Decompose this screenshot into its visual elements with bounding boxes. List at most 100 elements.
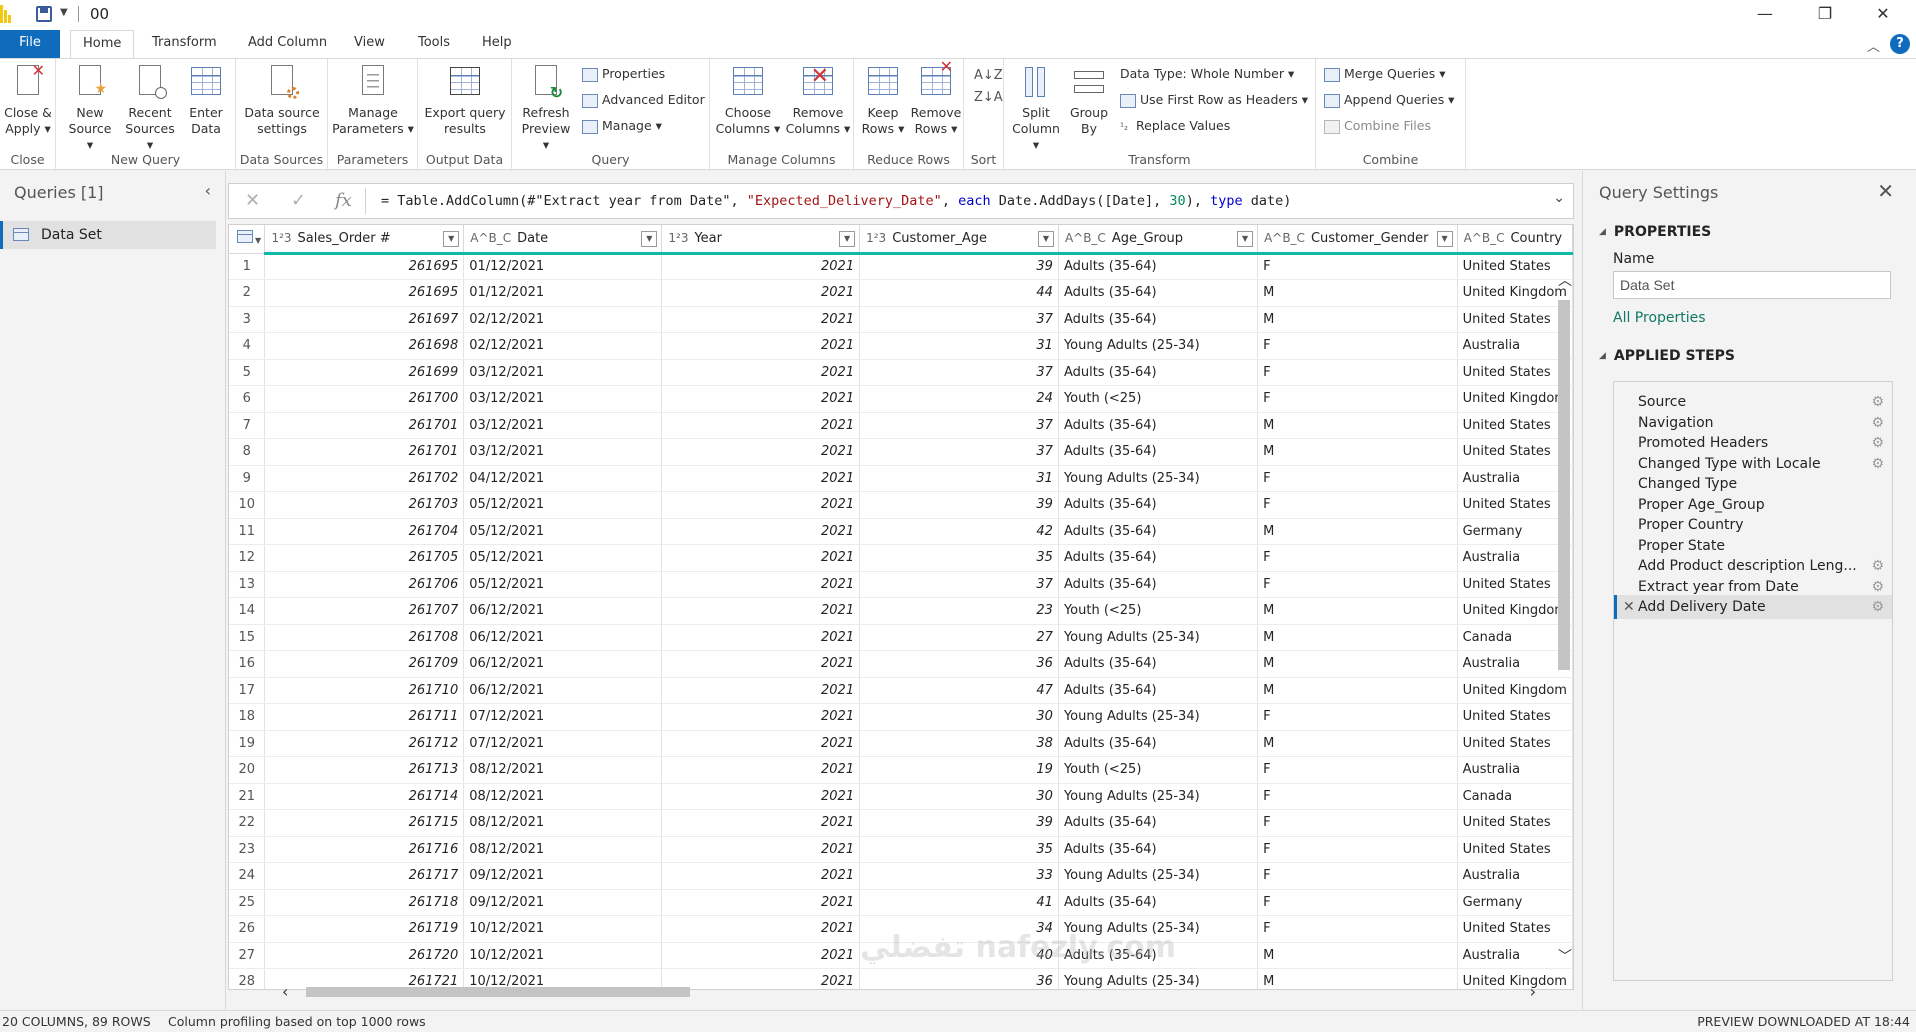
table-cell[interactable]: 2021	[661, 306, 861, 333]
table-cell[interactable]: 2021	[661, 491, 861, 519]
column-type-icon[interactable]: A^B_C	[1464, 231, 1505, 245]
table-row[interactable]: 25 261718 09/12/2021 2021 41 Adults (35-64) F G…	[229, 889, 1573, 916]
table-cell[interactable]: 2021	[661, 412, 861, 439]
table-cell[interactable]: Young Adults (25-34)	[1058, 862, 1259, 890]
table-cell[interactable]: Young Adults (25-34)	[1058, 624, 1259, 651]
table-cell[interactable]: 261709	[264, 650, 465, 678]
row-number[interactable]: 13	[229, 571, 266, 598]
table-cell[interactable]: 2021	[661, 889, 861, 916]
restore-button[interactable]: ❐	[1796, 0, 1854, 30]
applied-steps-section-header[interactable]: APPLIED STEPS	[1599, 348, 1735, 364]
table-cell[interactable]: 47	[859, 677, 1059, 704]
table-cell[interactable]: Adults (35-64)	[1058, 571, 1259, 598]
table-cell[interactable]: 05/12/2021	[463, 571, 663, 598]
properties-button[interactable]: Properties	[582, 63, 665, 85]
table-cell[interactable]: 2021	[661, 597, 861, 625]
table-row[interactable]: 16 261709 06/12/2021 2021 36 Adults (35-64) M A…	[229, 650, 1573, 678]
table-cell[interactable]: Youth (<25)	[1058, 756, 1259, 784]
column-type-icon[interactable]: 1²3	[271, 231, 291, 245]
sort-ascending-icon[interactable]: A↓Z	[974, 65, 1003, 87]
table-cell[interactable]: Adults (35-64)	[1058, 253, 1259, 280]
remove-rows-button[interactable]: ✕ Remove Rows ▾	[910, 59, 962, 137]
combine-files-button[interactable]: Combine Files	[1324, 115, 1431, 137]
table-cell[interactable]: F	[1257, 783, 1458, 810]
remove-columns-button[interactable]: ✕ Remove Columns ▾	[784, 63, 852, 137]
table-row[interactable]: 9 261702 04/12/2021 2021 31 Young Adults (25-…	[229, 465, 1573, 492]
column-profiling-status[interactable]: Column profiling based on top 1000 rows	[168, 1014, 426, 1029]
column-filter-dropdown-icon[interactable]: ▼	[1436, 231, 1453, 247]
table-cell[interactable]: 261714	[264, 783, 465, 810]
table-cell[interactable]: 2021	[661, 650, 861, 678]
table-cell[interactable]: Adults (35-64)	[1058, 809, 1259, 837]
query-item-data-set[interactable]: Data Set	[0, 221, 216, 249]
table-row[interactable]: 5 261699 03/12/2021 2021 37 Adults (35-64) F Un…	[229, 359, 1573, 386]
tab-view[interactable]: View	[342, 30, 397, 58]
manage-parameters-button[interactable]: Manage Parameters ▾	[332, 63, 414, 137]
row-number[interactable]: 9	[229, 465, 266, 492]
table-cell[interactable]: 2021	[661, 703, 861, 731]
vertical-scrollbar[interactable]: ︿ ﹀	[1556, 270, 1574, 970]
table-cell[interactable]: 06/12/2021	[463, 677, 663, 704]
table-cell[interactable]: M	[1257, 518, 1458, 545]
table-cell[interactable]: 261711	[264, 703, 465, 731]
table-row[interactable]: 7 261701 03/12/2021 2021 37 Adults (35-64) M Un…	[229, 412, 1573, 439]
table-cell[interactable]: 42	[859, 518, 1059, 545]
table-cell[interactable]: 41	[859, 889, 1059, 916]
table-cell[interactable]: F	[1257, 756, 1458, 784]
table-cell[interactable]: 27	[859, 624, 1059, 651]
table-cell[interactable]: 05/12/2021	[463, 544, 663, 572]
table-cell[interactable]: F	[1257, 809, 1458, 837]
table-row[interactable]: 14 261707 06/12/2021 2021 23 Youth (<25) M Unit…	[229, 597, 1573, 625]
close-settings-icon[interactable]: ✕	[1877, 179, 1894, 203]
table-cell[interactable]: 261715	[264, 809, 465, 837]
column-type-icon[interactable]: 1²3	[866, 231, 886, 245]
table-cell[interactable]: Adults (35-64)	[1058, 491, 1259, 519]
column-filter-dropdown-icon[interactable]: ▼	[1037, 231, 1054, 247]
table-cell[interactable]: 10/12/2021	[463, 942, 663, 969]
tab-tools[interactable]: Tools	[406, 30, 462, 58]
table-cell[interactable]: 08/12/2021	[463, 836, 663, 863]
column-header-country[interactable]: A^B_C Country	[1457, 225, 1573, 255]
table-cell[interactable]: F	[1257, 915, 1458, 943]
table-cell[interactable]: Youth (<25)	[1058, 385, 1259, 413]
close-apply-button[interactable]: ✕ Close & Apply ▾	[2, 63, 54, 137]
table-row[interactable]: 24 261717 09/12/2021 2021 33 Young Adults (25…	[229, 862, 1573, 890]
table-row[interactable]: 18 261711 07/12/2021 2021 30 Young Adults (25…	[229, 703, 1573, 731]
collapse-ribbon-icon[interactable]: ︿	[1867, 36, 1880, 55]
row-number[interactable]: 24	[229, 862, 266, 890]
table-cell[interactable]: M	[1257, 306, 1458, 333]
table-cell[interactable]: 05/12/2021	[463, 491, 663, 519]
table-cell[interactable]: 2021	[661, 385, 861, 413]
table-cell[interactable]: 2021	[661, 809, 861, 837]
table-cell[interactable]: F	[1257, 571, 1458, 598]
row-number[interactable]: 23	[229, 836, 266, 863]
replace-values-button[interactable]: ¹₂ Replace Values	[1120, 115, 1230, 137]
row-number[interactable]: 19	[229, 730, 266, 757]
help-icon[interactable]: ?	[1890, 34, 1910, 54]
table-cell[interactable]: 2021	[661, 279, 861, 307]
data-type-dropdown[interactable]: Data Type: Whole Number ▾	[1120, 63, 1294, 85]
table-cell[interactable]: F	[1257, 465, 1458, 492]
column-filter-dropdown-icon[interactable]: ▼	[443, 231, 460, 247]
sort-descending-icon[interactable]: Z↓A	[974, 87, 1003, 109]
table-cell[interactable]: 2021	[661, 465, 861, 492]
table-cell[interactable]: 37	[859, 306, 1059, 333]
tab-add-column[interactable]: Add Column	[236, 30, 339, 58]
table-cell[interactable]: 39	[859, 809, 1059, 837]
table-cell[interactable]: 19	[859, 756, 1059, 784]
table-cell[interactable]: Adults (35-64)	[1058, 306, 1259, 333]
horizontal-scroll-thumb[interactable]	[306, 987, 690, 997]
save-icon[interactable]	[36, 6, 52, 22]
table-cell[interactable]: 38	[859, 730, 1059, 757]
column-header-customer-gender[interactable]: A^B_C Customer_Gender ▼	[1257, 225, 1458, 255]
table-cell[interactable]: 2021	[661, 359, 861, 386]
table-cell[interactable]: 03/12/2021	[463, 438, 663, 466]
table-cell[interactable]: Adults (35-64)	[1058, 677, 1259, 704]
table-cell[interactable]: F	[1257, 332, 1458, 360]
group-by-button[interactable]: Group By	[1066, 63, 1112, 137]
row-number[interactable]: 22	[229, 809, 266, 837]
table-cell[interactable]: 08/12/2021	[463, 756, 663, 784]
table-cell[interactable]: 03/12/2021	[463, 359, 663, 386]
row-number[interactable]: 5	[229, 359, 266, 386]
row-number[interactable]: 6	[229, 385, 266, 413]
